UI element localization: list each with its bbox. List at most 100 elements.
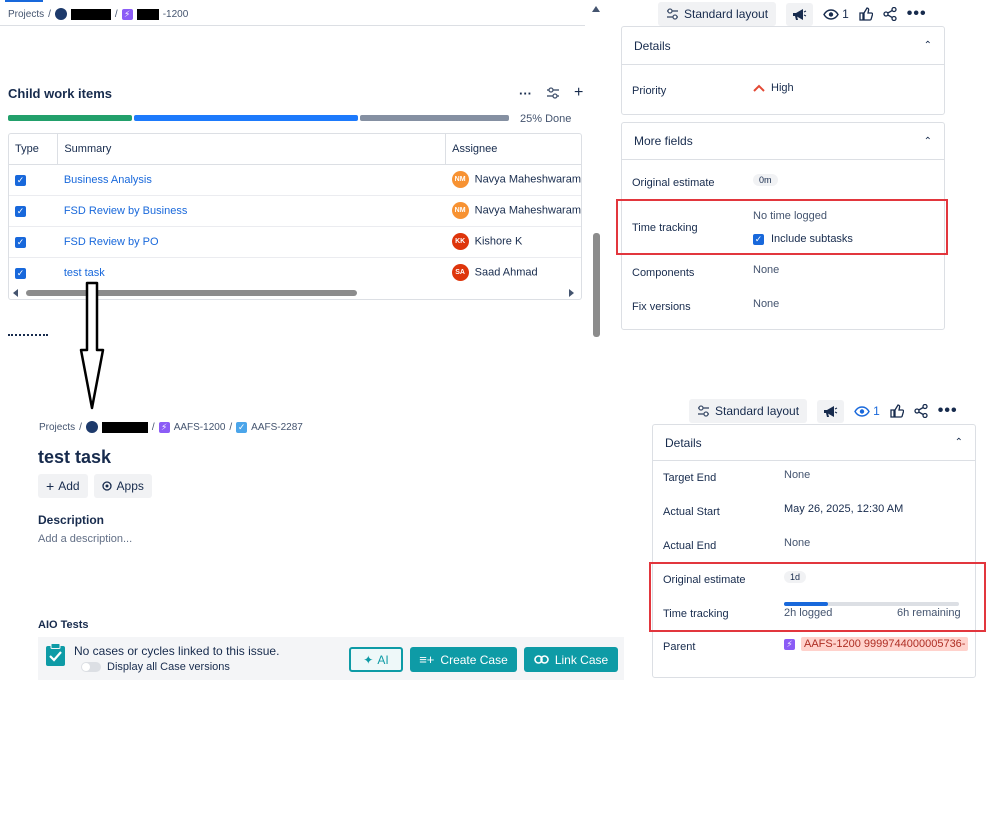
top-details-panel: Details ⌃ Priority High [621,26,945,115]
child-more-icon[interactable]: ··· [519,86,532,101]
epic-icon: ⚡ [784,638,795,650]
redacted-project-name [70,8,111,20]
aio-empty-message: No cases or cycles linked to this issue. [74,644,280,658]
bottom-details-header[interactable]: Details ⌃ [653,425,975,461]
like-icon[interactable] [859,7,873,21]
col-type[interactable]: Type [9,134,59,165]
sliders-icon [698,405,709,417]
aio-tests-title: AIO Tests [38,619,89,631]
task-type-icon: ✓ [15,267,26,279]
actual-start-value[interactable]: May 26, 2025, 12:30 AM [784,503,903,515]
table-scroll-right-icon[interactable] [569,289,574,297]
link-case-button[interactable]: Link Case [524,647,618,672]
chevron-up-icon[interactable]: ⌃ [924,136,932,147]
feedback-button[interactable] [786,2,814,26]
chevron-up-icon[interactable]: ⌃ [924,40,932,51]
top-page-top-rule [0,25,585,26]
page-vertical-scrollbar[interactable] [593,233,600,337]
plus-icon: + [46,478,55,494]
share-icon[interactable] [914,404,928,418]
table-row[interactable]: ✓ FSD Review by Business NM Navya Maheshw… [9,195,581,227]
target-end-value[interactable]: None [784,469,810,481]
progress-todo-segment [359,115,509,121]
child-add-icon[interactable]: + [574,84,583,102]
feedback-button[interactable] [817,399,845,423]
bottom-breadcrumb: Projects / / ⚡ AAFS-1200 / ✓ AAFS-2287 [39,421,303,433]
table-horizontal-scrollbar[interactable] [26,290,357,296]
progress-done-segment [8,115,133,121]
more-actions-icon[interactable]: ••• [938,402,958,420]
task-type-icon: ✓ [15,236,26,248]
original-estimate-value[interactable]: 0m [753,174,778,186]
table-scroll-left-icon[interactable] [13,289,18,297]
aio-ai-button[interactable]: ✦ AI [349,647,403,672]
priority-high-icon [753,84,765,92]
share-icon[interactable] [883,7,897,21]
more-actions-icon[interactable]: ••• [907,5,927,23]
avatar: KK [451,233,469,250]
fix-versions-value[interactable]: None [753,298,779,310]
issue-action-buttons: + Add Apps [38,474,152,498]
breadcrumb-projects[interactable]: Projects [8,9,44,20]
epic-icon: ⚡ [158,421,170,433]
actual-end-label: Actual End [663,540,717,552]
parent-label: Parent [663,641,696,653]
epic-icon: ⚡ [121,8,133,20]
issue-title[interactable]: test task [38,447,111,468]
aio-version-toggle[interactable]: Display all Case versions [81,661,230,673]
row-summary-link[interactable]: Business Analysis [64,174,152,186]
avatar: SA [451,264,469,282]
watch-button[interactable]: 1 [823,7,849,21]
top-details-header[interactable]: Details ⌃ [622,27,944,65]
eye-icon [823,8,839,20]
row-assignee[interactable]: Kishore K [475,235,523,247]
breadcrumb-task[interactable]: AAFS-2287 [251,422,303,433]
child-items-actions: ··· + [519,84,583,102]
task-type-icon: ✓ [15,205,26,217]
col-assignee[interactable]: Assignee [445,134,581,165]
cut-off-section-heading [8,334,48,337]
apps-button[interactable]: Apps [93,474,152,498]
scroll-up-icon[interactable] [592,6,600,12]
sparkle-icon: ✦ [363,652,374,667]
col-summary[interactable]: Summary [57,134,447,165]
standard-layout-button[interactable]: Standard layout [689,399,808,423]
table-row[interactable]: ✓ FSD Review by PO KK Kishore K [9,226,581,258]
child-table: Type Summary Assignee ✓ Business Analysi… [9,134,581,288]
megaphone-icon [793,8,807,20]
create-case-button[interactable]: ≡+ Create Case [410,647,517,672]
redacted-project-name [101,421,148,433]
child-items-title: Child work items [8,86,113,101]
priority-label: Priority [632,85,667,97]
breadcrumb-epic[interactable]: AAFS-1200 [174,422,226,433]
priority-value[interactable]: High [753,82,794,94]
standard-layout-button[interactable]: Standard layout [658,2,777,26]
add-list-icon: ≡+ [419,652,435,667]
like-icon[interactable] [890,404,904,418]
row-summary-link[interactable]: FSD Review by Business [64,205,188,217]
watch-button[interactable]: 1 [854,404,880,418]
bottom-details-panel: Details ⌃ Target End None Actual Start M… [652,424,976,678]
row-summary-link[interactable]: test task [64,267,105,279]
top-tab-indicator [5,0,43,2]
breadcrumb-epic-suffix[interactable]: -1200 [163,9,189,20]
actual-start-label: Actual Start [663,506,720,518]
row-summary-link[interactable]: FSD Review by PO [64,236,159,248]
table-row[interactable]: ✓ Business Analysis NM Navya Maheshwaram [9,164,581,196]
top-toolbar: Standard layout 1 ••• [658,2,927,26]
row-assignee[interactable]: Navya Maheshwaram [475,173,581,185]
parent-value[interactable]: ⚡ AAFS-1200 9999744000005736- [784,637,969,651]
chevron-up-icon[interactable]: ⌃ [955,437,963,448]
child-items-table: Type Summary Assignee ✓ Business Analysi… [8,133,582,300]
child-filter-icon[interactable] [546,87,560,99]
description-input[interactable]: Add a description... [38,533,132,545]
toggle-switch[interactable] [81,662,101,672]
row-assignee[interactable]: Navya Maheshwaram [475,204,581,216]
row-assignee[interactable]: Saad Ahmad [475,267,538,279]
aio-tests-panel: No cases or cycles linked to this issue.… [38,637,624,680]
actual-end-value[interactable]: None [784,537,810,549]
breadcrumb-projects[interactable]: Projects [39,422,75,433]
components-value[interactable]: None [753,264,779,276]
more-fields-header[interactable]: More fields ⌃ [622,123,944,160]
add-button[interactable]: + Add [38,474,88,498]
